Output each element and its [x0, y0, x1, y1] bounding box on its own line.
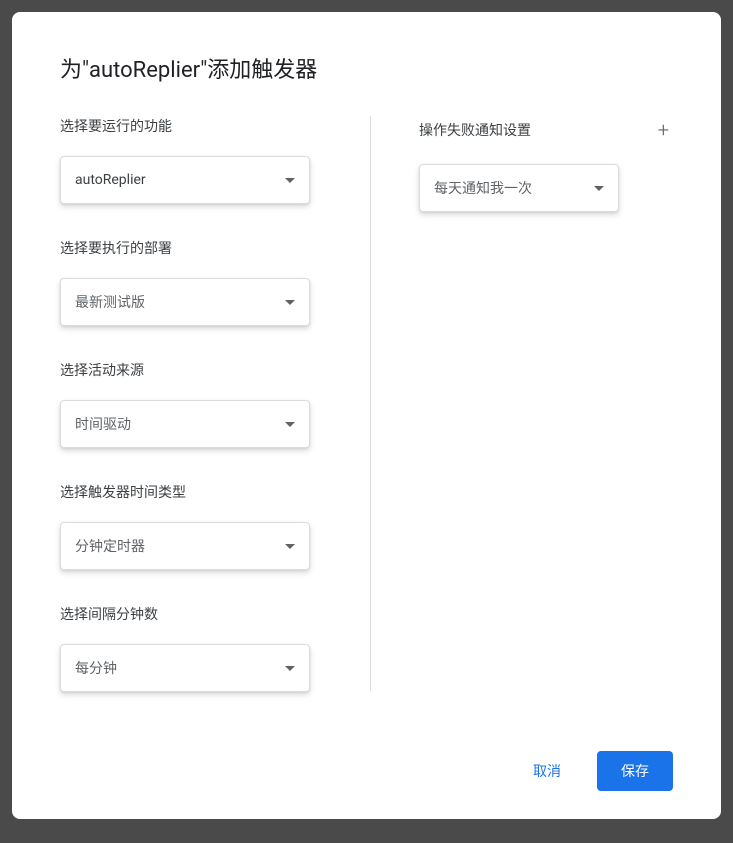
plus-icon[interactable]: +	[654, 116, 673, 144]
trigger-type-select[interactable]: 分钟定时器	[60, 522, 310, 570]
field-event-source: 选择活动来源 时间驱动	[60, 360, 370, 448]
failure-notification-header: 操作失败通知设置 +	[419, 116, 673, 144]
chevron-down-icon	[285, 666, 295, 671]
column-divider-wrap	[370, 116, 371, 731]
save-button[interactable]: 保存	[597, 751, 673, 791]
field-function: 选择要运行的功能 autoReplier	[60, 116, 370, 204]
left-column: 选择要运行的功能 autoReplier 选择要执行的部署 最新测试版 选择活动…	[60, 116, 370, 731]
field-label: 选择要运行的功能	[60, 116, 370, 136]
select-value: 最新测试版	[75, 292, 145, 312]
dialog-footer: 取消 保存	[12, 731, 721, 819]
select-value: 每分钟	[75, 658, 117, 678]
field-label: 选择要执行的部署	[60, 238, 370, 258]
chevron-down-icon	[285, 422, 295, 427]
dialog-title: 为"autoReplier"添加触发器	[12, 36, 721, 116]
field-label: 选择触发器时间类型	[60, 482, 370, 502]
field-label: 选择活动来源	[60, 360, 370, 380]
chevron-down-icon	[285, 178, 295, 183]
select-value: 时间驱动	[75, 414, 131, 434]
event-source-select[interactable]: 时间驱动	[60, 400, 310, 448]
select-value: autoReplier	[75, 172, 146, 188]
function-select[interactable]: autoReplier	[60, 156, 310, 204]
select-value: 分钟定时器	[75, 536, 145, 556]
interval-select[interactable]: 每分钟	[60, 644, 310, 692]
select-value: 每天通知我一次	[434, 178, 532, 198]
cancel-button[interactable]: 取消	[521, 753, 573, 789]
dialog-columns: 选择要运行的功能 autoReplier 选择要执行的部署 最新测试版 选择活动…	[12, 116, 721, 731]
failure-notification-select[interactable]: 每天通知我一次	[419, 164, 619, 212]
field-deployment: 选择要执行的部署 最新测试版	[60, 238, 370, 326]
right-column: 操作失败通知设置 + 每天通知我一次	[371, 116, 673, 731]
trigger-dialog: 为"autoReplier"添加触发器 选择要运行的功能 autoReplier…	[12, 12, 721, 819]
column-divider	[370, 116, 371, 691]
chevron-down-icon	[285, 300, 295, 305]
field-trigger-type: 选择触发器时间类型 分钟定时器	[60, 482, 370, 570]
failure-notification-label: 操作失败通知设置	[419, 120, 531, 140]
field-label: 选择间隔分钟数	[60, 604, 370, 624]
chevron-down-icon	[594, 186, 604, 191]
field-interval: 选择间隔分钟数 每分钟	[60, 604, 370, 692]
chevron-down-icon	[285, 544, 295, 549]
deployment-select[interactable]: 最新测试版	[60, 278, 310, 326]
